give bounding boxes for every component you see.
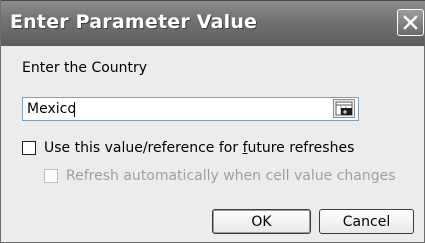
auto-refresh-label: Refresh automatically when cell value ch… [66,168,396,184]
text-caret [74,102,75,117]
prompt-label: Enter the Country [22,60,148,76]
auto-refresh-checkbox [44,169,58,183]
future-refresh-checkbox[interactable] [22,141,36,155]
close-button[interactable] [397,9,424,36]
auto-refresh-option: Refresh automatically when cell value ch… [44,168,396,184]
parameter-value-input[interactable] [25,99,324,119]
close-icon [403,15,418,30]
future-refresh-label: Use this value/reference for future refr… [44,140,355,156]
dialog-title: Enter Parameter Value [10,11,258,33]
cancel-button[interactable]: Cancel [319,209,414,234]
parameter-value-field[interactable] [22,97,359,121]
future-refresh-option[interactable]: Use this value/reference for future refr… [22,140,354,156]
ok-button[interactable]: OK [212,209,311,234]
enter-parameter-dialog: Enter Parameter Value Enter the Country … [0,0,425,243]
collapse-dialog-icon [335,101,353,116]
title-bar[interactable]: Enter Parameter Value [1,0,425,46]
collapse-dialog-button[interactable] [333,99,355,118]
